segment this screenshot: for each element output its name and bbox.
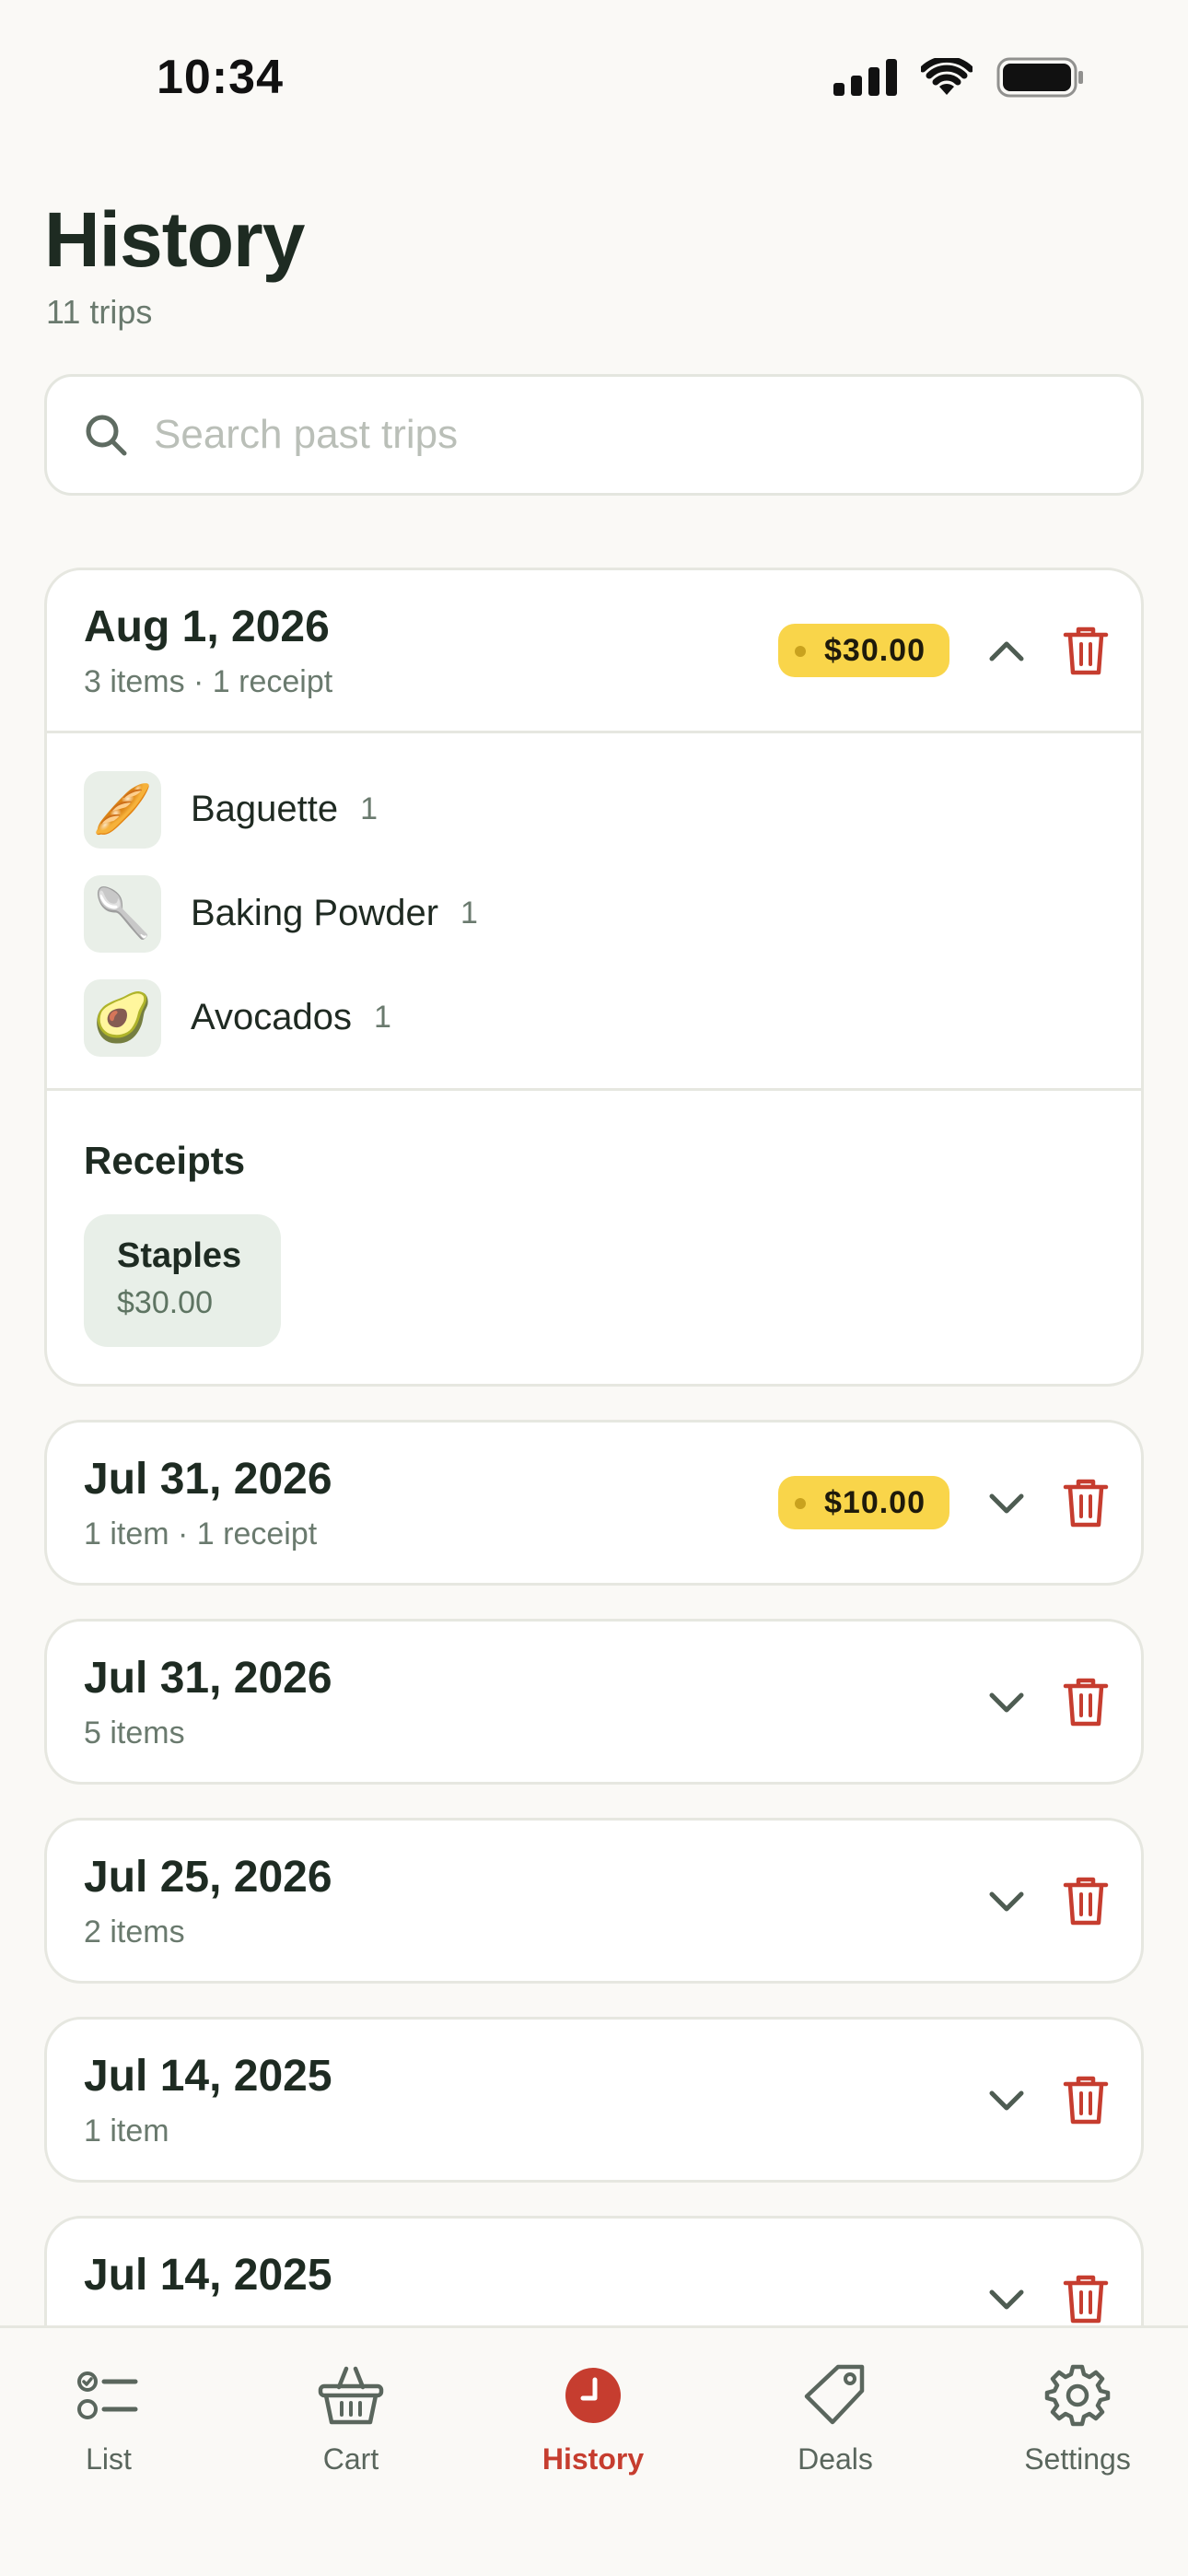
chevron-down-icon[interactable] <box>983 1679 1031 1727</box>
list-item[interactable]: 🥑 Avocados 1 <box>84 966 1104 1070</box>
item-qty: 1 <box>360 791 379 826</box>
item-qty: 1 <box>373 1000 391 1035</box>
trash-icon[interactable] <box>1062 2272 1110 2325</box>
trip-list: Aug 1, 2026 3 items · 1 receipt $30.00 🥖… <box>44 568 1144 2415</box>
badge-dot <box>795 1498 806 1509</box>
trip-card: Aug 1, 2026 3 items · 1 receipt $30.00 🥖… <box>44 568 1144 1387</box>
status-icons <box>833 57 1085 98</box>
trip-date: Jul 14, 2025 <box>84 2251 332 2300</box>
trash-icon[interactable] <box>1062 624 1110 677</box>
receipt-chip[interactable]: Staples $30.00 <box>84 1214 281 1347</box>
trip-header[interactable]: Jul 31, 2026 5 items <box>47 1622 1141 1782</box>
chevron-down-icon[interactable] <box>983 1878 1031 1926</box>
search-bar[interactable] <box>44 374 1144 496</box>
trip-total: $30.00 <box>824 632 926 668</box>
tab-list[interactable]: List <box>7 2361 210 2476</box>
chevron-up-icon[interactable] <box>983 627 1031 675</box>
trip-meta: 1 item <box>84 2113 169 2149</box>
tab-label: History <box>542 2442 645 2476</box>
search-icon <box>86 415 127 456</box>
tab-label: List <box>86 2442 132 2476</box>
cellular-signal-icon <box>833 59 897 96</box>
list-item[interactable]: 🥄 Baking Powder 1 <box>84 861 1104 966</box>
gear-icon <box>1044 2364 1111 2427</box>
tag-icon <box>804 2364 865 2425</box>
receipt-amount: $30.00 <box>117 1285 213 1320</box>
page-title: History <box>44 196 305 283</box>
item-name: Baguette <box>191 789 339 829</box>
trip-count: 11 trips <box>46 293 153 331</box>
trip-header[interactable]: Jul 25, 2026 2 items <box>47 1821 1141 1981</box>
trip-meta: 5 items <box>84 1715 185 1751</box>
badge-dot <box>795 646 806 657</box>
item-emoji-icon: 🥖 <box>84 770 161 849</box>
trip-card: Jul 31, 2026 5 items <box>44 1619 1144 1785</box>
item-qty: 1 <box>460 896 478 931</box>
trip-meta: 3 items · 1 receipt <box>84 664 333 699</box>
trip-total-badge: $10.00 <box>778 1476 949 1529</box>
clock-icon <box>565 2368 621 2423</box>
item-name: Avocados <box>191 997 352 1037</box>
trip-meta: 1 item · 1 receipt <box>84 1516 318 1551</box>
trash-icon[interactable] <box>1062 1675 1110 1728</box>
tab-label: Settings <box>1024 2442 1131 2476</box>
tab-settings[interactable]: Settings <box>976 2361 1179 2476</box>
list-icon <box>77 2371 138 2419</box>
trash-icon[interactable] <box>1062 1476 1110 1529</box>
item-emoji-icon: 🥄 <box>84 874 161 953</box>
trip-date: Jul 31, 2026 <box>84 1654 332 1703</box>
tab-label: Cart <box>322 2442 379 2476</box>
trip-date: Jul 14, 2025 <box>84 2052 332 2101</box>
trash-icon[interactable] <box>1062 2073 1110 2126</box>
chevron-down-icon[interactable] <box>983 2077 1031 2125</box>
chevron-down-icon[interactable] <box>983 1480 1031 1528</box>
wifi-icon <box>921 58 973 95</box>
trip-meta: 2 items <box>84 1914 185 1950</box>
tab-cart[interactable]: Cart <box>250 2361 452 2476</box>
trip-header[interactable]: Jul 14, 2025 1 item <box>47 2020 1141 2180</box>
trip-card: Jul 25, 2026 2 items <box>44 1818 1144 1984</box>
trip-total: $10.00 <box>824 1484 926 1520</box>
trip-date: Jul 31, 2026 <box>84 1455 332 1504</box>
list-item[interactable]: 🥖 Baguette 1 <box>84 757 1104 861</box>
basket-icon <box>318 2366 384 2425</box>
item-emoji-icon: 🥑 <box>84 978 161 1057</box>
trash-icon[interactable] <box>1062 1874 1110 1927</box>
search-input[interactable] <box>154 412 1056 458</box>
battery-icon <box>996 57 1083 98</box>
trip-card: Jul 31, 2026 1 item · 1 receipt $10.00 <box>44 1420 1144 1586</box>
trip-total-badge: $30.00 <box>778 624 949 677</box>
receipts-section: Receipts Staples $30.00 <box>47 1088 1141 1384</box>
trip-header[interactable]: Aug 1, 2026 3 items · 1 receipt $30.00 <box>47 570 1141 731</box>
receipt-store: Staples <box>117 1236 242 1275</box>
history-screen: 10:34 History 11 trips Search past trips… <box>0 0 1188 2576</box>
tab-history[interactable]: History <box>492 2361 694 2476</box>
chevron-down-icon[interactable] <box>983 2276 1031 2324</box>
tab-label: Deals <box>798 2442 873 2476</box>
tab-deals[interactable]: Deals <box>734 2361 937 2476</box>
trip-date: Aug 1, 2026 <box>84 603 330 651</box>
status-bar: 10:34 <box>0 0 1188 157</box>
trip-card: Jul 14, 2025 1 item <box>44 2017 1144 2183</box>
item-name: Baking Powder <box>191 893 439 933</box>
trip-items: 🥖 Baguette 1 🥄 Baking Powder 1 🥑 Avocado… <box>47 731 1141 1088</box>
tab-bar: List Cart History Deals Settings <box>0 2325 1188 2576</box>
status-time: 10:34 <box>157 51 284 104</box>
trip-date: Jul 25, 2026 <box>84 1853 332 1902</box>
receipts-title: Receipts <box>84 1139 246 1182</box>
trip-header[interactable]: Jul 31, 2026 1 item · 1 receipt $10.00 <box>47 1423 1141 1583</box>
